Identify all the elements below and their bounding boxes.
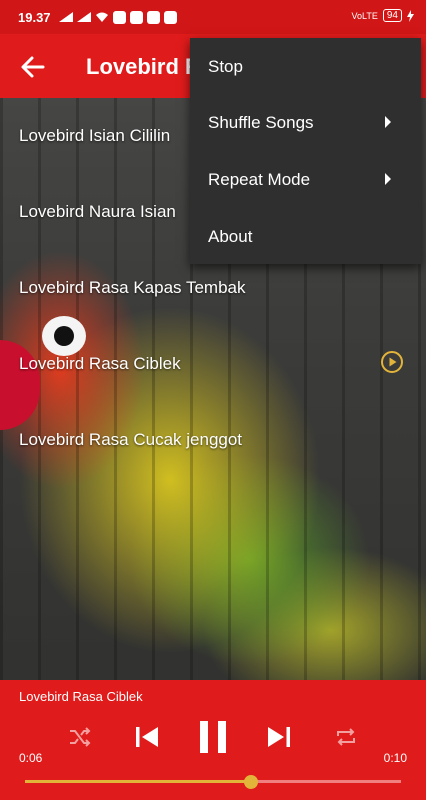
arrow-left-icon[interactable] bbox=[18, 52, 48, 82]
menu-item-label: Repeat Mode bbox=[208, 170, 311, 189]
charging-icon bbox=[407, 9, 414, 22]
play-circle-icon[interactable] bbox=[380, 350, 404, 374]
song-label: Lovebird Rasa Cucak jenggot bbox=[19, 430, 243, 449]
song-label: Lovebird Isian Cililin bbox=[19, 126, 171, 145]
elapsed-time: 0:06 bbox=[19, 751, 43, 765]
song-label: Lovebird Rasa Ciblek bbox=[19, 354, 181, 373]
status-bar: 19.37 VoLTE 94 bbox=[0, 0, 426, 34]
player-bar: Lovebird Rasa Ciblek 0:06 0:10 bbox=[0, 680, 426, 800]
signal-icon bbox=[58, 12, 73, 22]
menu-item-stop[interactable]: Stop bbox=[190, 38, 421, 94]
app-notification-icon-4 bbox=[163, 10, 177, 24]
submenu-arrow-icon bbox=[385, 173, 391, 185]
progress-slider[interactable] bbox=[25, 775, 401, 789]
duration-time: 0:10 bbox=[383, 751, 407, 765]
overflow-menu: Stop Shuffle Songs Repeat Mode About bbox=[190, 38, 421, 264]
previous-icon[interactable] bbox=[134, 725, 160, 749]
pause-icon[interactable] bbox=[197, 719, 229, 755]
wifi-icon bbox=[95, 12, 108, 22]
progress-fill bbox=[25, 780, 251, 783]
menu-item-label: Stop bbox=[208, 57, 243, 76]
song-item-playing[interactable]: Lovebird Rasa Ciblek bbox=[0, 326, 426, 402]
network-label: VoLTE bbox=[351, 10, 378, 21]
repeat-icon[interactable] bbox=[334, 726, 358, 748]
now-playing-title: Lovebird Rasa Ciblek bbox=[19, 689, 143, 704]
song-item[interactable]: Lovebird Rasa Cucak jenggot bbox=[0, 402, 426, 478]
menu-item-about[interactable]: About bbox=[190, 208, 421, 264]
menu-item-repeat-mode[interactable]: Repeat Mode bbox=[190, 151, 421, 207]
app-notification-icon-3 bbox=[146, 10, 160, 24]
next-icon[interactable] bbox=[266, 725, 292, 749]
signal-icon-2 bbox=[76, 12, 91, 22]
app-notification-icon-2 bbox=[129, 10, 143, 24]
submenu-arrow-icon bbox=[385, 116, 391, 128]
status-right: VoLTE 94 bbox=[352, 9, 414, 22]
battery-level: 94 bbox=[382, 9, 402, 22]
menu-item-label: About bbox=[208, 227, 253, 246]
song-label: Lovebird Naura Isian bbox=[19, 202, 176, 221]
menu-item-label: Shuffle Songs bbox=[208, 113, 314, 132]
shuffle-icon[interactable] bbox=[68, 726, 92, 748]
app-notification-icon bbox=[112, 10, 126, 24]
status-icons bbox=[58, 10, 177, 24]
menu-item-shuffle-songs[interactable]: Shuffle Songs bbox=[190, 94, 421, 150]
song-label: Lovebird Rasa Kapas Tembak bbox=[19, 278, 246, 297]
status-time: 19.37 bbox=[18, 9, 51, 25]
progress-thumb[interactable] bbox=[243, 775, 258, 789]
